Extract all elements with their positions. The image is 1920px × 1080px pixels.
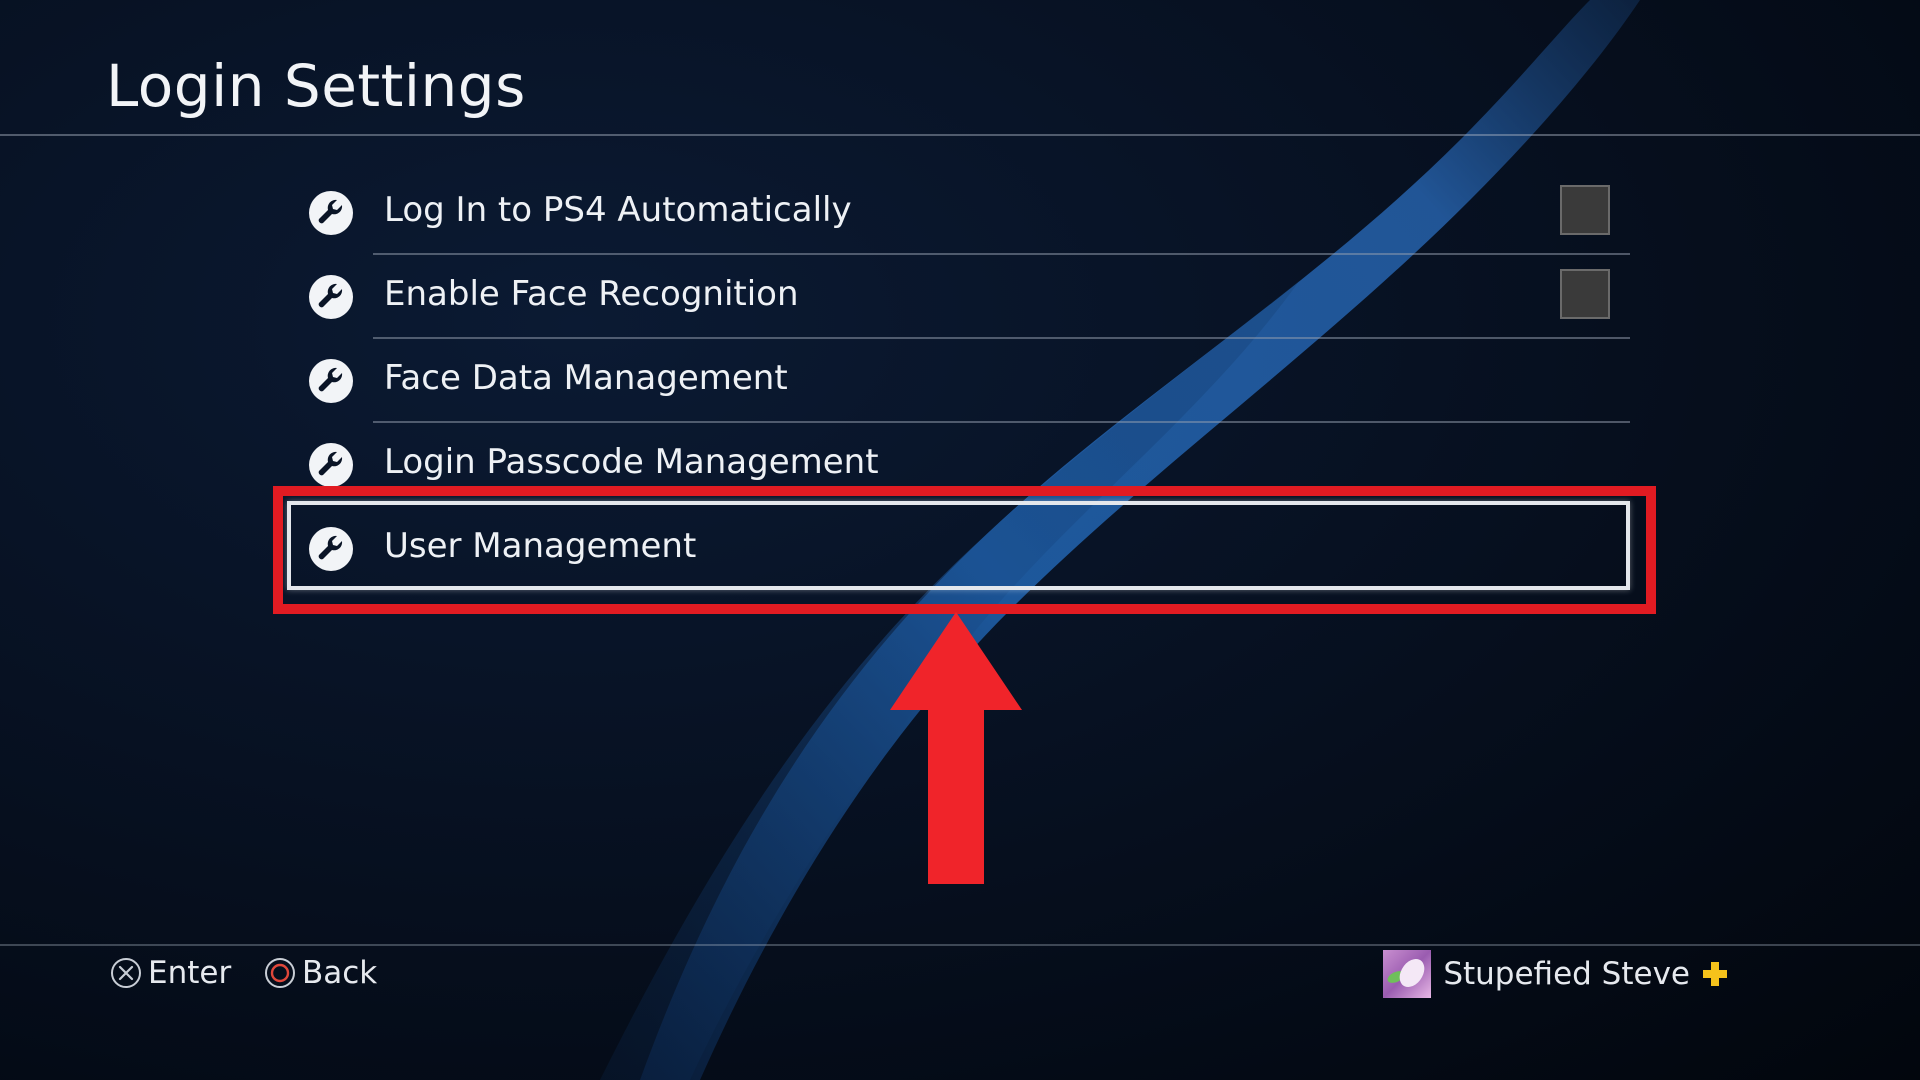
auto-login-checkbox[interactable]: [1560, 185, 1610, 235]
avatar: [1383, 950, 1432, 998]
row-divider: [373, 253, 1630, 255]
enter-hint[interactable]: Enter: [110, 953, 231, 993]
menu-item-label: Login Passcode Management: [384, 442, 879, 482]
annotation-highlight-box: [273, 486, 1656, 614]
wrench-icon: [309, 275, 353, 319]
back-hint-label: Back: [302, 955, 378, 991]
wrench-icon: [309, 191, 353, 235]
menu-item-face-recognition[interactable]: Enable Face Recognition: [300, 256, 1630, 339]
login-settings-screen: Login Settings Log In to PS4 Automatical…: [0, 0, 1920, 1080]
menu-item-label: Face Data Management: [384, 358, 788, 398]
menu-item-label: Log In to PS4 Automatically: [384, 190, 852, 230]
back-hint[interactable]: Back: [264, 953, 377, 993]
row-divider: [373, 337, 1630, 339]
menu-item-label: Enable Face Recognition: [384, 274, 799, 314]
enter-hint-label: Enter: [148, 955, 232, 991]
wrench-icon: [309, 359, 353, 403]
circle-button-icon: [265, 958, 295, 988]
face-recognition-checkbox[interactable]: [1560, 269, 1610, 319]
user-name: Stupefied Steve: [1443, 956, 1690, 992]
annotation-arrow-up-icon: [890, 612, 1022, 884]
menu-item-auto-login[interactable]: Log In to PS4 Automatically: [300, 172, 1630, 255]
wrench-icon: [309, 443, 353, 487]
ps-plus-icon: [1703, 962, 1727, 986]
user-profile: Stupefied Steve: [1383, 950, 1728, 998]
footer-divider: [0, 944, 1920, 946]
cross-button-icon: [111, 958, 141, 988]
row-divider: [373, 421, 1630, 423]
menu-item-face-data-management[interactable]: Face Data Management: [300, 340, 1630, 423]
